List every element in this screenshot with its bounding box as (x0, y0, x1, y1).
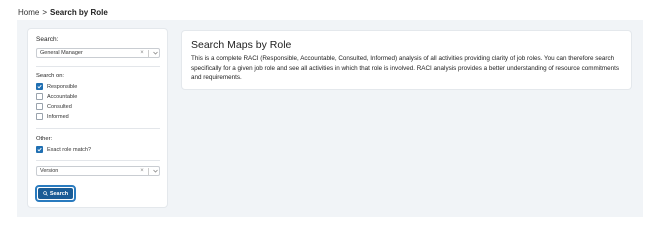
checkbox-empty-icon[interactable] (36, 93, 43, 100)
version-select-value: Version (40, 168, 59, 174)
breadcrumb: Home > Search by Role (18, 8, 108, 17)
checkbox-accountable[interactable]: Accountable (36, 93, 77, 100)
chevron-down-icon[interactable] (151, 169, 159, 173)
search-panel: Search: General Manager × Search on: Res… (27, 28, 168, 208)
page-description: This is a complete RACI (Responsible, Ac… (191, 55, 620, 82)
checkbox-label: Informed (47, 113, 69, 120)
select-separator (148, 167, 149, 175)
checkbox-empty-icon[interactable] (36, 103, 43, 110)
checkbox-consulted[interactable]: Consulted (36, 103, 72, 110)
breadcrumb-home-link[interactable]: Home (18, 8, 39, 17)
checkbox-label: Consulted (47, 103, 72, 110)
search-button[interactable]: Search (38, 188, 73, 199)
divider (36, 66, 160, 67)
page-title: Search Maps by Role (191, 39, 292, 51)
search-label: Search: (36, 36, 59, 43)
checkbox-informed[interactable]: Informed (36, 113, 69, 120)
clear-icon[interactable]: × (138, 50, 146, 56)
select-separator (148, 49, 149, 57)
info-card: Search Maps by Role This is a complete R… (181, 30, 632, 90)
content-area: Search: General Manager × Search on: Res… (17, 20, 643, 217)
checkbox-label: Responsible (47, 83, 78, 90)
breadcrumb-current: Search by Role (50, 8, 108, 17)
search-button-label: Search (49, 190, 69, 197)
search-on-label: Search on: (36, 73, 65, 79)
checkbox-responsible[interactable]: Responsible (36, 83, 77, 90)
checkbox-label: Accountable (47, 93, 78, 100)
role-select[interactable]: General Manager × (36, 48, 160, 58)
role-select-value: General Manager (40, 50, 83, 56)
version-select[interactable]: Version × (36, 166, 160, 176)
divider (36, 128, 160, 129)
checkbox-empty-icon[interactable] (36, 113, 43, 120)
checkbox-checked-icon[interactable] (36, 146, 43, 153)
checkbox-checked-icon[interactable] (36, 83, 43, 90)
breadcrumb-separator: > (42, 8, 48, 17)
search-button-focus-ring: Search (35, 185, 76, 202)
other-label: Other: (36, 136, 53, 142)
checkbox-label: Exact role match? (47, 146, 92, 153)
clear-icon[interactable]: × (138, 168, 146, 174)
search-icon (43, 191, 48, 196)
divider (36, 160, 160, 161)
chevron-down-icon[interactable] (151, 51, 159, 55)
checkbox-exact-role-match[interactable]: Exact role match? (36, 146, 91, 153)
